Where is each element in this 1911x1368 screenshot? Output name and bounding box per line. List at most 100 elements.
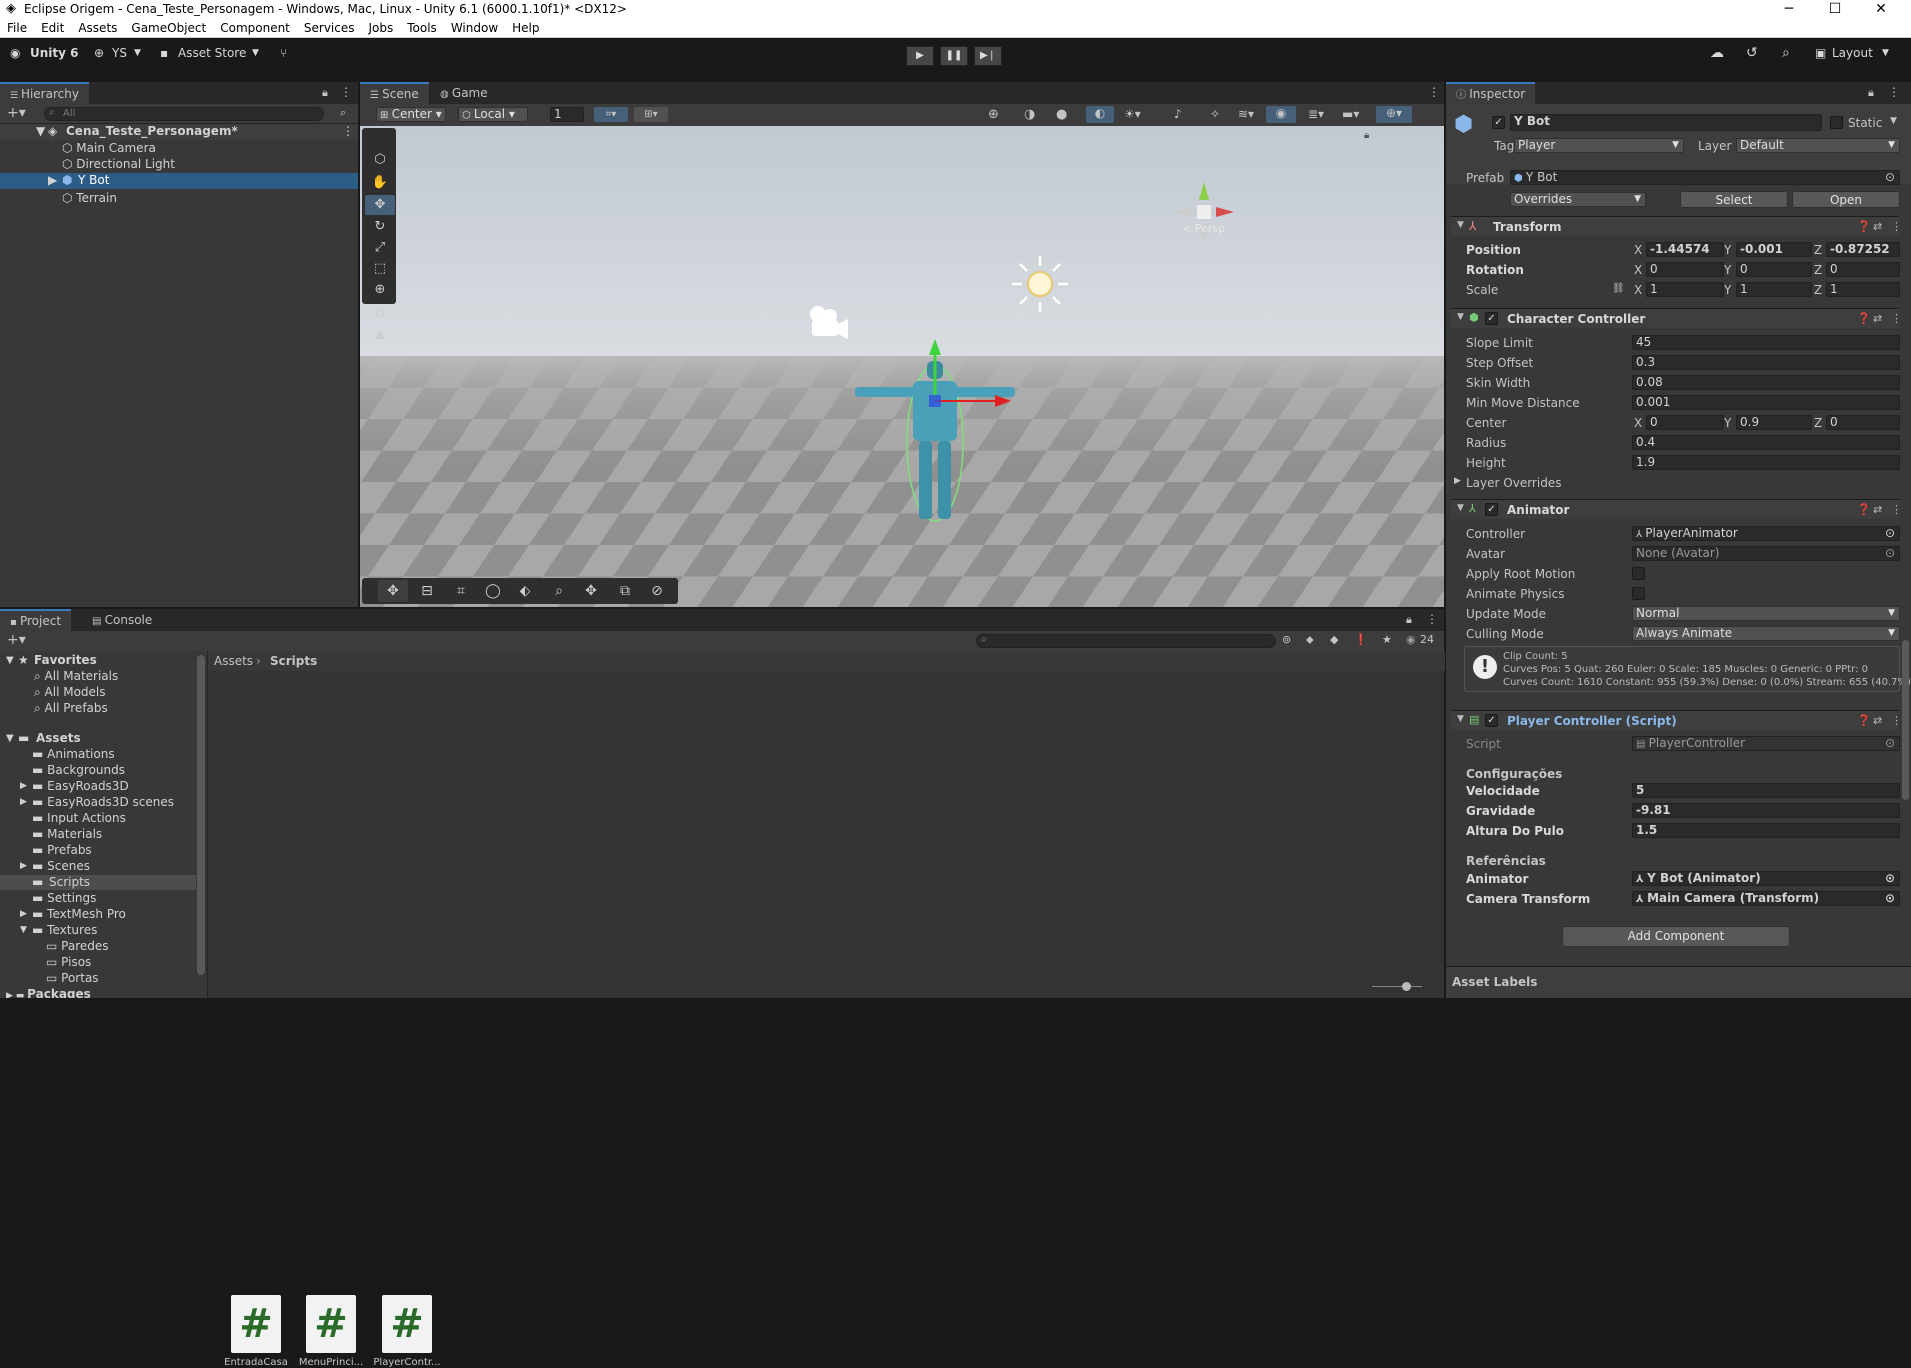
component-menu-icon[interactable]: ⋮ [1891, 312, 1902, 325]
help-icon[interactable]: ❓ [1857, 312, 1871, 325]
tab-console[interactable]: ▤ Console [82, 609, 162, 631]
height-field[interactable]: 1.9 [1632, 455, 1900, 470]
scene-menu-icon[interactable]: ⋮ [342, 125, 354, 138]
altura-do-pulo-field[interactable]: 1.5 [1632, 823, 1900, 838]
component-menu-icon[interactable]: ⋮ [1891, 714, 1902, 727]
space-dropdown[interactable]: ⬡ Local ▾ [458, 107, 528, 122]
project-search[interactable]: ⌕ [976, 634, 1276, 648]
hierarchy-item[interactable]: ⬡ Directional Light [62, 158, 175, 171]
camera-icon[interactable]: ▬▾ [1342, 107, 1359, 121]
menu-edit[interactable]: Edit [34, 19, 71, 35]
folder-item[interactable]: ▬ TextMesh Pro [32, 908, 126, 921]
custom-tool-icon[interactable]: ⧉ [365, 304, 395, 324]
static-checkbox[interactable] [1830, 116, 1843, 129]
version-control-icon[interactable]: ⑂ [280, 44, 287, 62]
audio-icon[interactable]: ♪ [1174, 107, 1182, 121]
folder-item[interactable]: ▬ Materials [32, 828, 102, 841]
gravidade-field[interactable]: -9.81 [1632, 803, 1900, 818]
menu-tools[interactable]: Tools [400, 19, 444, 35]
animator-header[interactable]: ▼ ⅄ ✓ Animator ❓ ⇄ ⋮ [1451, 499, 1902, 519]
menu-gameobject[interactable]: GameObject [124, 19, 213, 35]
menu-file[interactable]: File [0, 19, 34, 35]
position-y-field[interactable]: -0.001 [1736, 242, 1812, 257]
expand-icon[interactable]: ▶ [1454, 476, 1461, 486]
rect-tool-icon[interactable]: ⬚ [365, 259, 395, 279]
expand-icon[interactable]: ▶ [48, 174, 57, 187]
hierarchy-item-selected[interactable]: ▶ ⬢ Y Bot [0, 173, 358, 189]
menu-assets[interactable]: Assets [71, 19, 124, 35]
scale-x-field[interactable]: 1 [1646, 282, 1724, 297]
layer-overrides-foldout[interactable]: Layer Overrides [1466, 476, 1561, 490]
tab-scene[interactable]: ☰ Scene [360, 82, 429, 104]
character-controller-header[interactable]: ▼ ⬢ ✓ Character Controller ❓ ⇄ ⋮ [1451, 308, 1902, 328]
shading-wire-icon[interactable]: ◑ [1024, 107, 1035, 122]
move-snap-icon[interactable]: ✥ [378, 580, 408, 602]
view-tool-icon[interactable]: ⬡ [365, 150, 395, 170]
compass-icon[interactable]: ⊘ [642, 580, 672, 602]
radius-field[interactable]: 0.4 [1632, 435, 1900, 450]
minimize-button[interactable]: ─ [1766, 0, 1812, 19]
position-z-field[interactable]: -0.87252 [1826, 242, 1900, 257]
search-icon[interactable]: ⌕ [1782, 44, 1790, 62]
lighting-icon[interactable]: ☀▾ [1124, 107, 1141, 121]
tag-icon[interactable]: ◆ [1330, 633, 1338, 646]
expand-icon[interactable]: ▼ [1457, 312, 1464, 322]
enabled-checkbox[interactable]: ✓ [1485, 503, 1498, 516]
animator-ref-field[interactable]: ⅄ Y Bot (Animator) ⊙ [1632, 871, 1900, 886]
fx-icon[interactable]: ✧ [1210, 107, 1220, 121]
presets-icon[interactable]: ⇄ [1873, 714, 1882, 727]
search-by-label-icon[interactable]: ⬥ [1306, 633, 1314, 647]
center-y-field[interactable]: 0.9 [1736, 415, 1812, 430]
rotation-x-field[interactable]: 0 [1646, 262, 1724, 277]
presets-icon[interactable]: ⇄ [1873, 220, 1882, 233]
filter-icon[interactable]: ⌕ [340, 106, 346, 120]
more-options-icon[interactable]: ⋮ [340, 85, 352, 99]
folder-item-selected[interactable]: ▬ Scripts [0, 875, 196, 890]
search-by-type-icon[interactable]: ⊚ [1282, 633, 1291, 646]
move-tool-icon[interactable]: ✥ [365, 195, 395, 215]
tab-game[interactable]: ◍ Game [430, 82, 498, 104]
tab-inspector[interactable]: ⓘ Inspector [1446, 82, 1536, 104]
update-mode-dropdown[interactable]: Normal ▼ [1632, 606, 1900, 621]
menu-component[interactable]: Component [213, 19, 297, 35]
asset-labels-label[interactable]: Asset Labels [1452, 975, 1537, 989]
expand-icon[interactable]: ▼ [1457, 220, 1464, 230]
pause-button[interactable]: ❚❚ [940, 46, 968, 66]
expand-icon[interactable]: ▼ [6, 654, 14, 667]
favorite-item[interactable]: ⌕ All Models [34, 686, 106, 699]
grid-icon[interactable]: ⌗ [446, 580, 476, 602]
scene-viewport[interactable]: 🔒︎ < Persp [360, 126, 1444, 607]
controller-field[interactable]: ⅄ PlayerAnimator ⊙ [1632, 526, 1900, 541]
layer-dropdown[interactable]: Default ▼ [1736, 138, 1900, 153]
add-component-button[interactable]: Add Component [1562, 926, 1790, 947]
shading-solid-icon[interactable]: ● [1056, 107, 1067, 122]
zoom-slider[interactable] [1372, 982, 1422, 991]
player-controller-header[interactable]: ▼ ▤ ✓ Player Controller (Script) ❓ ⇄ ⋮ [1451, 710, 1902, 730]
min-move-distance-field[interactable]: 0.001 [1632, 395, 1900, 410]
position-x-field[interactable]: -1.44574 [1646, 242, 1724, 257]
favorites-label[interactable]: Favorites [34, 654, 97, 667]
hand-tool-icon[interactable]: ✋ [365, 173, 395, 193]
slope-limit-field[interactable]: 45 [1632, 335, 1900, 350]
layout-dropdown[interactable]: Layout [1832, 44, 1873, 62]
chevron-down-icon[interactable]: ▼ [1890, 116, 1897, 126]
expand-icon[interactable]: ▼ [20, 924, 27, 937]
asset-store-button[interactable]: Asset Store [178, 44, 246, 62]
expand-icon[interactable]: ▼ [6, 732, 14, 745]
warning-icon[interactable]: ❗ [1354, 633, 1368, 646]
unity-version-button[interactable]: Unity 6 [30, 44, 79, 62]
favorite-item[interactable]: ⌕ All Prefabs [34, 702, 108, 715]
layers-icon[interactable]: ≣▾ [1308, 107, 1324, 121]
persp-label[interactable]: < Persp [1182, 222, 1225, 235]
expand-icon[interactable]: ▶ [20, 796, 27, 809]
expand-icon[interactable]: ▼ [36, 125, 45, 138]
menu-services[interactable]: Services [297, 19, 362, 35]
hierarchy-search[interactable]: ⌕ All [44, 107, 324, 121]
packages-item[interactable]: ▶ ▬ Packages [6, 988, 91, 998]
transform-header[interactable]: ▼ ⅄ Transform ❓ ⇄ ⋮ [1451, 216, 1902, 236]
inspector-scrollbar[interactable] [1902, 640, 1909, 800]
culling-mode-dropdown[interactable]: Always Animate ▼ [1632, 626, 1900, 641]
component-menu-icon[interactable]: ⋮ [1891, 220, 1902, 233]
folder-item[interactable]: ▬ EasyRoads3D [32, 780, 129, 793]
add-icon[interactable]: +▾ [7, 632, 26, 648]
